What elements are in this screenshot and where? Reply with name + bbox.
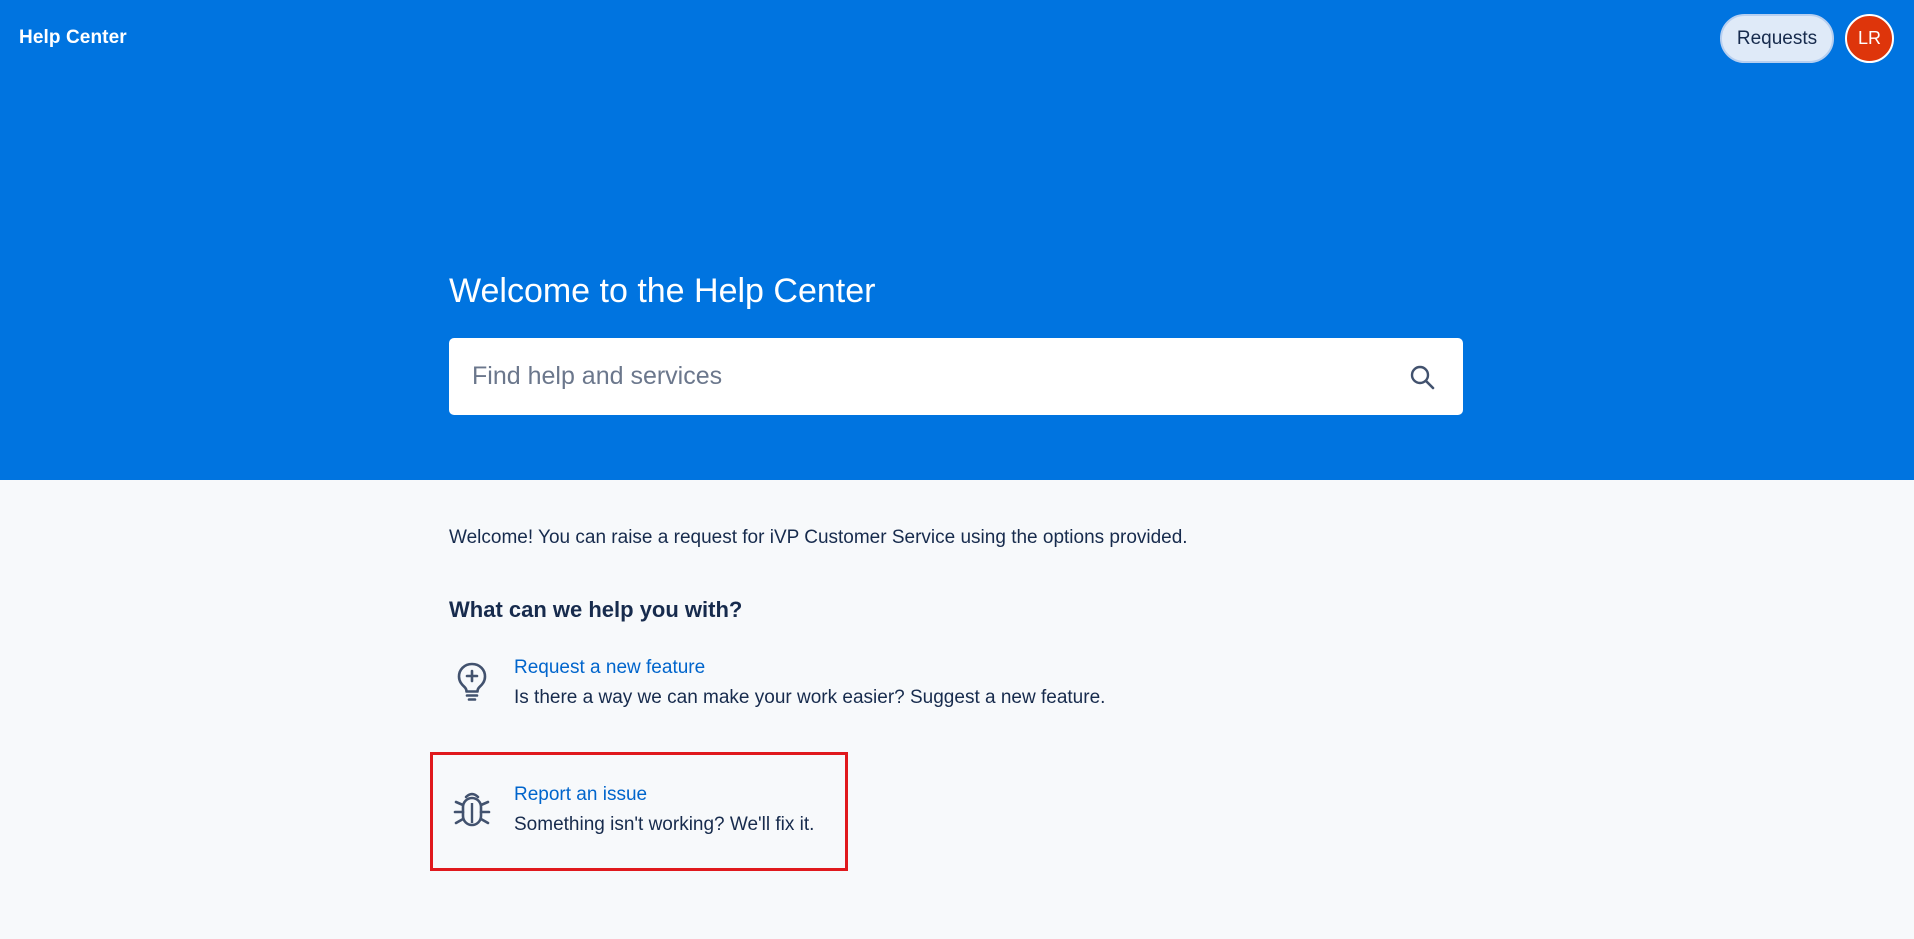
- hero-banner: Help Center Requests LR Welcome to the H…: [0, 0, 1914, 480]
- lightbulb-icon: [451, 661, 493, 703]
- page-title: Welcome to the Help Center: [449, 272, 876, 310]
- search-input[interactable]: [449, 338, 1407, 415]
- request-new-feature-description: Is there a way we can make your work eas…: [514, 687, 1106, 708]
- intro-text: Welcome! You can raise a request for iVP…: [449, 527, 1188, 548]
- report-issue-description: Something isn't working? We'll fix it.: [514, 814, 815, 835]
- request-type-report-issue[interactable]: Report an issue Something isn't working?…: [430, 752, 848, 871]
- user-avatar[interactable]: LR: [1845, 14, 1894, 63]
- section-heading: What can we help you with?: [449, 597, 743, 622]
- request-type-new-feature[interactable]: Request a new feature Is there a way we …: [430, 646, 1105, 736]
- search-icon[interactable]: [1407, 362, 1437, 392]
- request-new-feature-link[interactable]: Request a new feature: [514, 657, 705, 679]
- report-issue-link[interactable]: Report an issue: [514, 784, 647, 806]
- search-box: [449, 338, 1463, 415]
- help-center-home-link[interactable]: Help Center: [19, 27, 127, 49]
- bug-icon: [451, 788, 493, 830]
- requests-button[interactable]: Requests: [1720, 14, 1834, 63]
